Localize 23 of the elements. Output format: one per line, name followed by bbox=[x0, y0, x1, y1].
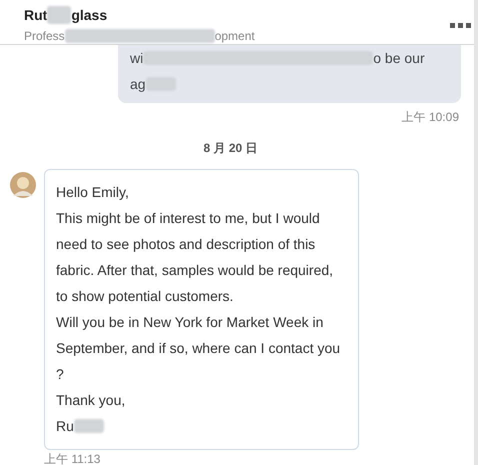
date-divider: 8 月 20 日 bbox=[203, 140, 258, 157]
message-text: need to see photos and description of this bbox=[56, 236, 316, 252]
message-text: This might be of interest to me, but I would bbox=[56, 210, 320, 226]
message-text: Hello Emily, bbox=[56, 184, 129, 200]
message-text: Will you be in New York for Market Week in bbox=[56, 314, 324, 330]
message-text: September, and if so, where can I contact you bbox=[56, 340, 340, 356]
contact-name: Rut bbox=[24, 7, 48, 23]
more-icon[interactable] bbox=[450, 23, 472, 29]
blurred-patch bbox=[47, 6, 72, 24]
message-text: fabric. After that, samples would be required, bbox=[56, 262, 334, 278]
blurred-patch bbox=[74, 419, 104, 433]
message-text: Ru bbox=[56, 418, 74, 434]
timestamp: 上午 10:09 bbox=[402, 109, 459, 126]
message-text: ? bbox=[56, 366, 64, 382]
message-text: wi bbox=[130, 50, 144, 66]
message-text: o be our bbox=[373, 50, 425, 66]
contact-headline: Profess bbox=[24, 29, 65, 43]
timestamp: 上午 11:13 bbox=[44, 452, 100, 465]
contact-headline: opment bbox=[214, 29, 255, 43]
message-text: ag bbox=[130, 76, 146, 92]
message-text: to show potential customers. bbox=[56, 288, 234, 304]
contact-name: glass bbox=[71, 7, 108, 23]
message-text: Thank you, bbox=[56, 392, 126, 408]
